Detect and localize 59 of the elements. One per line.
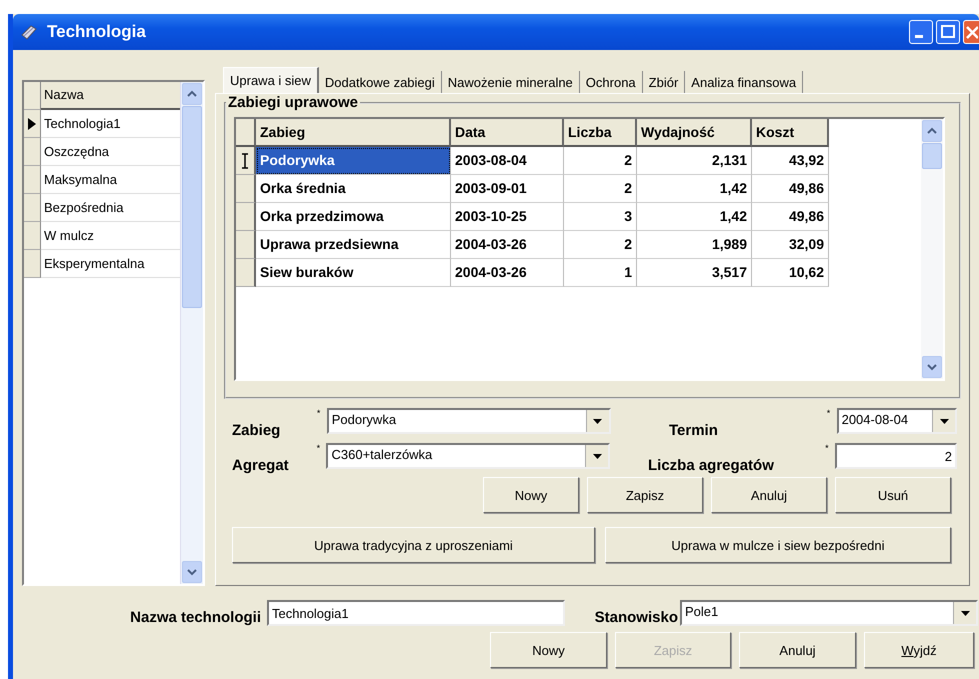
required-mark: * — [825, 443, 830, 453]
dialog-button[interactable]: Nowy — [490, 632, 607, 668]
form-button[interactable]: Anuluj — [711, 477, 827, 513]
field-label: Agregat — [232, 457, 290, 475]
treatment-dropdown[interactable]: Podorywka — [326, 408, 611, 434]
required-mark: * — [316, 408, 322, 418]
table-cell: 49,86 — [752, 203, 829, 231]
column-header[interactable]: Data — [451, 119, 564, 147]
name-field[interactable]: Technologia1 — [267, 600, 565, 626]
form-button[interactable]: Zapisz — [587, 477, 703, 513]
dialog-button[interactable]: Wyjdź — [864, 632, 974, 668]
group-title: Zabiegi uprawowe — [227, 94, 360, 111]
field-label: Zabieg — [232, 422, 282, 440]
field-label: Termin — [668, 422, 719, 440]
tab[interactable]: Uprawa i siew — [223, 67, 319, 93]
field-label: Stanowisko — [594, 609, 678, 626]
table-cell: 49,86 — [752, 175, 829, 203]
table-cell: 1 — [564, 259, 637, 287]
table-cell: 2004-03-26 — [451, 231, 564, 259]
machine-dropdown[interactable]: C360+talerzówka — [326, 443, 610, 469]
table-cell: Podorywka — [256, 147, 451, 175]
form-button[interactable]: Nowy — [483, 477, 579, 513]
station-dropdown[interactable]: Pole1 — [680, 600, 978, 626]
date-picker[interactable]: 2004-08-04 — [836, 408, 958, 434]
table-cell: 43,92 — [752, 147, 829, 175]
table-cell: 2 — [564, 147, 637, 175]
column-header[interactable]: Nazwa — [41, 82, 180, 110]
column-header[interactable]: Koszt — [752, 119, 829, 147]
table-cell: 10,62 — [752, 259, 829, 287]
table-cell: 1,989 — [637, 231, 752, 259]
column-header[interactable]: Liczba — [564, 119, 637, 147]
table-cell: 2003-10-25 — [451, 203, 564, 231]
table-cell: 1,42 — [637, 203, 752, 231]
table-cell: 2 — [564, 175, 637, 203]
preset-button[interactable]: Uprawa tradycyjna z uproszeniami — [232, 527, 595, 563]
table-cell: 3 — [564, 203, 637, 231]
table-cell: Orka średnia — [256, 175, 451, 203]
table-cell: Uprawa przedsiewna — [256, 231, 451, 259]
table-cell: 3,517 — [637, 259, 752, 287]
required-mark: * — [826, 408, 832, 418]
preset-button[interactable]: Uprawa w mulcze i siew bezpośredni — [604, 527, 951, 563]
column-header[interactable]: Wydajność — [637, 119, 752, 147]
table-cell: 2004-03-26 — [451, 259, 564, 287]
table-cell: 2 — [564, 231, 637, 259]
field-label: Nazwa technologii — [129, 609, 261, 626]
required-mark: * — [316, 443, 322, 453]
table-cell: 2003-08-04 — [451, 147, 564, 175]
table-cell: 32,09 — [752, 231, 829, 259]
table-cell: Orka przedzimowa — [256, 203, 451, 231]
count-field[interactable]: 2 — [835, 443, 957, 469]
dialog-button[interactable]: Anuluj — [739, 632, 856, 668]
table-cell: Siew buraków — [256, 259, 451, 287]
column-header[interactable]: Zabieg — [256, 119, 451, 147]
window-title: Technologia — [47, 22, 146, 42]
field-label: Liczba agregatów — [648, 457, 775, 475]
form-button[interactable]: Usuń — [835, 477, 951, 513]
table-cell: 2,131 — [637, 147, 752, 175]
table-cell: 2003-09-01 — [451, 175, 564, 203]
table-cell: 1,42 — [637, 175, 752, 203]
